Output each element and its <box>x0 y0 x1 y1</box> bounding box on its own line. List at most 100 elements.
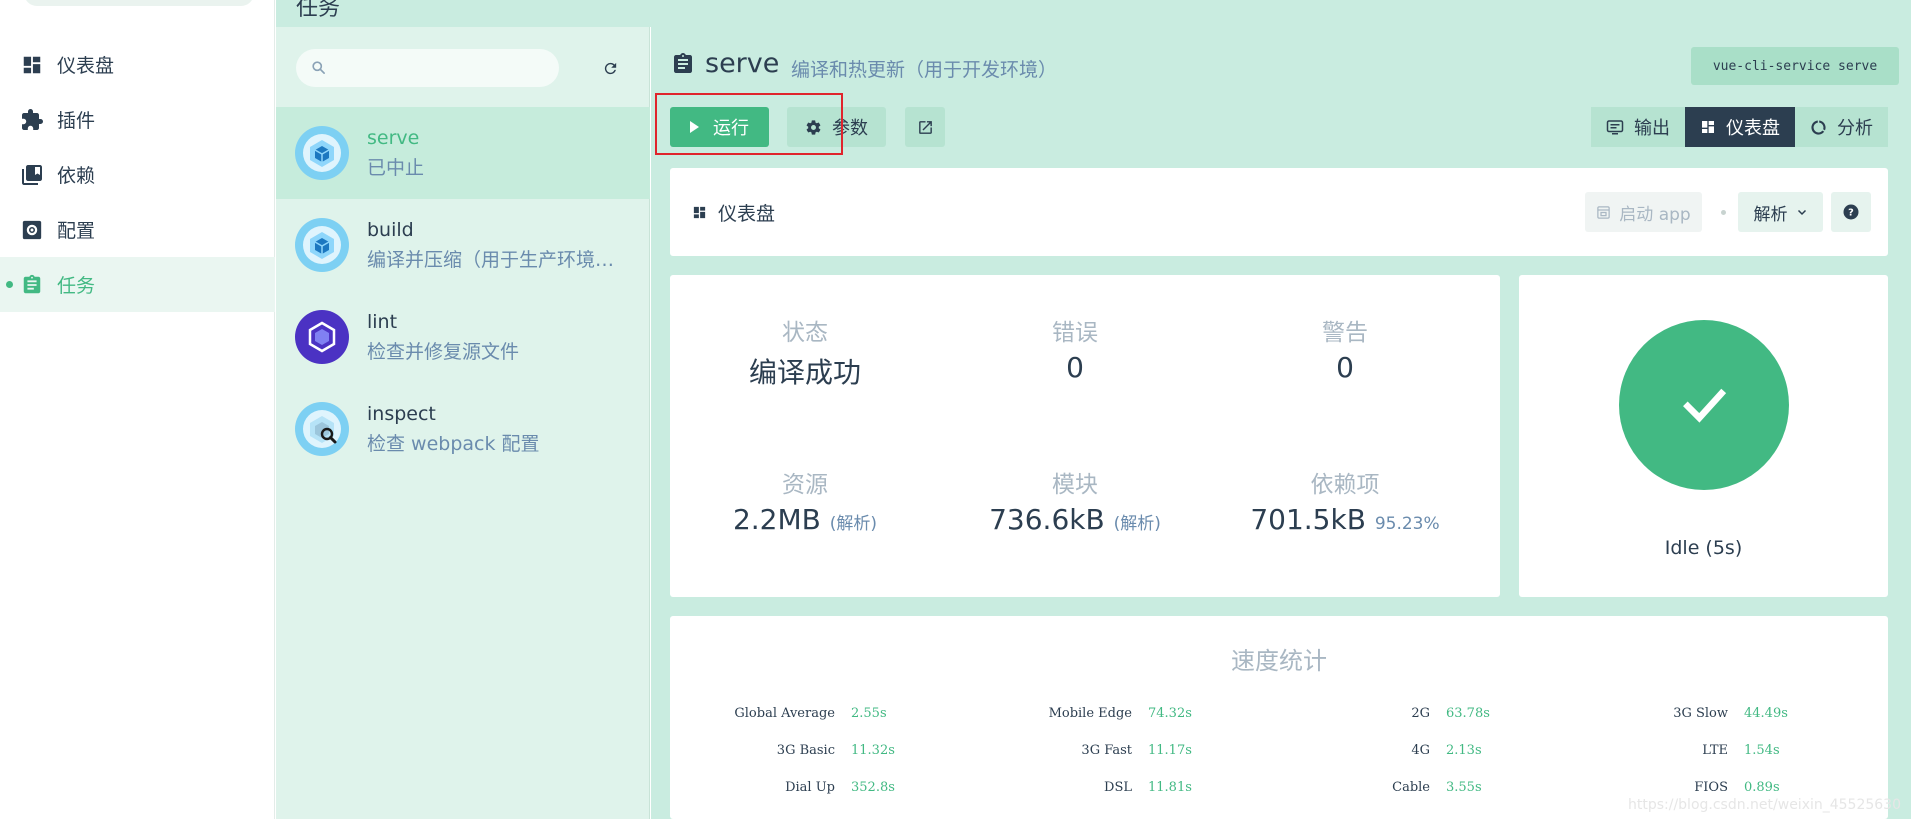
tab-analyze-label: 分析 <box>1837 118 1873 139</box>
stat-value: 0 <box>1336 351 1354 384</box>
refresh-icon[interactable] <box>599 57 621 79</box>
help-button[interactable]: ? <box>1831 192 1871 232</box>
dashboard-icon <box>692 205 707 224</box>
settings-app-icon <box>20 218 44 242</box>
speed-stat-label: 3G Slow <box>1673 706 1728 721</box>
open-external-button[interactable] <box>905 107 945 147</box>
stat-value: 736.6kB (解析) <box>940 503 1210 536</box>
help-icon: ? <box>1842 203 1860 221</box>
separator-dot <box>1721 210 1726 215</box>
dashboard-header-card: 仪表盘 启动 app 解析 ? <box>670 168 1888 256</box>
sidebar-item-label: 仪表盘 <box>57 55 115 77</box>
sidebar-search-field[interactable] <box>24 0 254 6</box>
eslint-icon <box>295 310 349 364</box>
dashboard-title: 仪表盘 <box>718 203 776 225</box>
launch-app-label: 启动 app <box>1619 204 1691 225</box>
task-command: vue-cli-service serve <box>1691 47 1899 85</box>
task-item-serve[interactable]: serve 已中止 <box>276 107 650 199</box>
speed-stat-value: 0.89s <box>1744 780 1780 795</box>
task-list-panel: serve 已中止 build 编译并压缩（用于生产环境… lint 检查并修复… <box>276 27 650 819</box>
sidebar-item-label: 依赖 <box>57 165 96 187</box>
task-name: inspect <box>367 403 436 425</box>
library-books-icon <box>20 163 44 187</box>
stat-number: 2.2MB <box>732 503 821 536</box>
stat-value: 701.5kB 95.23% <box>1210 503 1480 536</box>
task-search[interactable] <box>296 49 559 87</box>
idle-status-text: Idle (5s) <box>1664 537 1743 559</box>
stat-assets: 资源 2.2MB (解析) <box>670 465 940 536</box>
stat-value: 0 <box>1066 351 1084 384</box>
webpack-icon <box>295 126 349 180</box>
sidebar-item-dashboard[interactable]: 仪表盘 <box>0 37 275 92</box>
stat-value: 编译成功 <box>748 356 861 389</box>
speed-stat-row: 3G Slow 44.49s <box>670 706 1788 724</box>
stat-value: 2.2MB (解析) <box>670 503 940 536</box>
speed-stats-card: 速度统计 Global Average 2.55s Mobile Edge 74.32… <box>670 616 1888 819</box>
tab-analyze[interactable]: 分析 <box>1795 107 1888 147</box>
sidebar-item-dependencies[interactable]: 依赖 <box>0 147 275 202</box>
launch-app-button[interactable]: 启动 app <box>1585 192 1702 232</box>
stat-warnings: 警告 0 <box>1210 313 1480 384</box>
puzzle-icon <box>20 108 44 132</box>
speed-stat-label: LTE <box>1702 743 1728 758</box>
speed-stat-row: LTE 1.54s <box>670 743 1779 761</box>
watermark: https://blog.csdn.net/weixin_45525630 <box>1627 797 1901 813</box>
stat-label: 模块 <box>1052 472 1098 498</box>
tab-dashboard-label: 仪表盘 <box>1726 118 1780 139</box>
dashboard-icon <box>1700 119 1716 135</box>
parse-dropdown-label: 解析 <box>1753 204 1788 225</box>
output-icon <box>1606 118 1624 136</box>
active-indicator <box>6 281 13 288</box>
tab-output[interactable]: 输出 <box>1591 107 1685 147</box>
stat-dependencies: 依赖项 701.5kB 95.23% <box>1210 465 1480 536</box>
sidebar-item-config[interactable]: 配置 <box>0 202 275 257</box>
sidebar-item-plugins[interactable]: 插件 <box>0 92 275 147</box>
parsed-link[interactable]: (解析) <box>830 514 877 534</box>
stat-label: 警告 <box>1322 320 1368 346</box>
sidebar-item-label: 插件 <box>57 110 96 132</box>
task-description: 编译并压缩（用于生产环境… <box>367 249 615 271</box>
sidebar-item-label: 任务 <box>57 275 96 297</box>
build-status-card: 状态 编译成功 错误 0 警告 0 资源 2.2MB (解析) 模块 736.6… <box>670 275 1500 597</box>
stat-label: 状态 <box>782 320 828 346</box>
check-icon <box>1676 377 1732 433</box>
parsed-link[interactable]: (解析) <box>1114 514 1161 534</box>
speed-stat-row: FIOS 0.89s <box>670 780 1779 798</box>
stat-number: 701.5kB <box>1250 503 1366 536</box>
donut-icon <box>1810 119 1827 136</box>
task-search-input[interactable] <box>332 55 552 81</box>
assignment-icon <box>671 51 695 81</box>
dashboard-icon <box>20 53 44 77</box>
task-name: serve <box>367 127 420 149</box>
stat-number: 736.6kB <box>989 503 1105 536</box>
stat-label: 依赖项 <box>1310 472 1380 498</box>
task-title: serve <box>705 48 780 79</box>
parse-dropdown[interactable]: 解析 <box>1738 192 1823 232</box>
speed-stat-value: 44.49s <box>1744 706 1788 721</box>
tab-output-label: 输出 <box>1634 118 1670 139</box>
task-detail: serve 编译和热更新（用于开发环境） vue-cli-service ser… <box>651 27 1911 819</box>
webpack-icon <box>295 218 349 272</box>
speed-stat-label: FIOS <box>1694 780 1728 795</box>
tab-dashboard[interactable]: 仪表盘 <box>1685 107 1795 147</box>
task-description: 检查并修复源文件 <box>367 341 520 363</box>
search-icon <box>311 60 326 79</box>
stat-errors: 错误 0 <box>940 313 1210 384</box>
task-description: 检查 webpack 配置 <box>367 433 540 455</box>
task-item-build[interactable]: build 编译并压缩（用于生产环境… <box>276 199 650 291</box>
assignment-icon <box>20 273 44 297</box>
task-name: lint <box>367 311 398 333</box>
task-item-lint[interactable]: lint 检查并修复源文件 <box>276 291 650 383</box>
task-item-inspect[interactable]: inspect 检查 webpack 配置 <box>276 383 650 475</box>
task-name: build <box>367 219 414 241</box>
page-title: 任务 <box>296 0 341 21</box>
sidebar-item-tasks[interactable]: 任务 <box>0 257 275 312</box>
highlight-box <box>655 93 843 155</box>
task-subtitle: 编译和热更新（用于开发环境） <box>791 59 1058 81</box>
sidebar-nav: 仪表盘 插件 依赖 配置 任务 <box>0 0 275 819</box>
launch-icon <box>1596 205 1611 220</box>
status-indicator-card: Idle (5s) <box>1519 275 1888 597</box>
sidebar-item-label: 配置 <box>57 220 96 242</box>
open-in-new-icon <box>917 119 934 136</box>
svg-text:?: ? <box>1848 207 1854 218</box>
